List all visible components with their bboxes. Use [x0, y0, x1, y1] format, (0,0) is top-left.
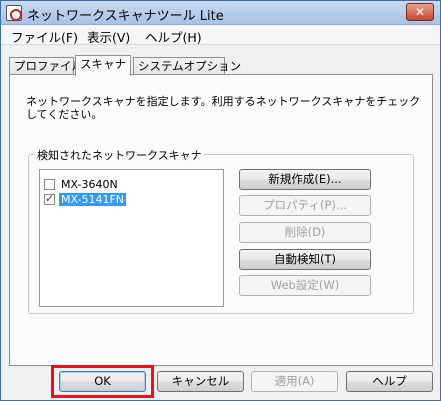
tab-scanner[interactable]: スキャナ — [75, 55, 131, 76]
ok-highlight-frame — [51, 365, 154, 398]
checkbox[interactable] — [44, 178, 55, 190]
scanner-panel: ネットワークスキャナを指定します。利用するネットワークスキャナをチェックしてくだ… — [9, 74, 433, 366]
app-icon — [6, 5, 22, 21]
scanner-name: MX-3640N — [61, 177, 118, 191]
tab-system-options[interactable]: システムオプション — [133, 57, 241, 75]
web-settings-button[interactable]: Web設定(W) — [239, 275, 371, 296]
close-button[interactable]: ✕ — [406, 3, 434, 21]
autodetect-button[interactable]: 自動検知(T) — [239, 249, 371, 270]
menu-file[interactable]: ファイル(F) — [11, 27, 78, 46]
menu-bar: ファイル(F) 表示(V) ヘルプ(H) — [1, 25, 440, 45]
menu-help[interactable]: ヘルプ(H) — [145, 27, 202, 46]
title-bar: ネットワークスキャナツール Lite ✕ — [1, 1, 440, 25]
delete-button[interactable]: 削除(D) — [239, 222, 371, 243]
main-window: ネットワークスキャナツール Lite ✕ ファイル(F) 表示(V) ヘルプ(H… — [0, 0, 441, 401]
scanner-list[interactable]: MX-3640N MX-5141FN — [39, 169, 224, 307]
help-button[interactable]: ヘルプ — [346, 371, 433, 392]
new-button[interactable]: 新規作成(E)... — [239, 169, 371, 190]
tab-profile[interactable]: プロファイル — [9, 57, 83, 75]
scanner-name: MX-5141FN — [59, 192, 126, 206]
apply-button[interactable]: 適用(A) — [251, 371, 338, 392]
detected-scanners-group: 検知されたネットワークスキャナ MX-3640N MX-5141FN 新規作成(… — [28, 147, 414, 314]
description-text: ネットワークスキャナを指定します。利用するネットワークスキャナをチェックしてくだ… — [26, 95, 421, 121]
window-title: ネットワークスキャナツール Lite — [27, 9, 224, 24]
menu-view[interactable]: 表示(V) — [87, 27, 130, 46]
properties-button[interactable]: プロパティ(P)... — [239, 195, 371, 216]
list-item-mx-5141fn[interactable]: MX-5141FN — [44, 192, 126, 206]
group-label: 検知されたネットワークスキャナ — [35, 147, 204, 163]
cancel-button[interactable]: キャンセル — [157, 371, 244, 392]
list-item-mx-3640n[interactable]: MX-3640N — [44, 177, 120, 191]
checkbox-checked[interactable] — [44, 192, 55, 205]
